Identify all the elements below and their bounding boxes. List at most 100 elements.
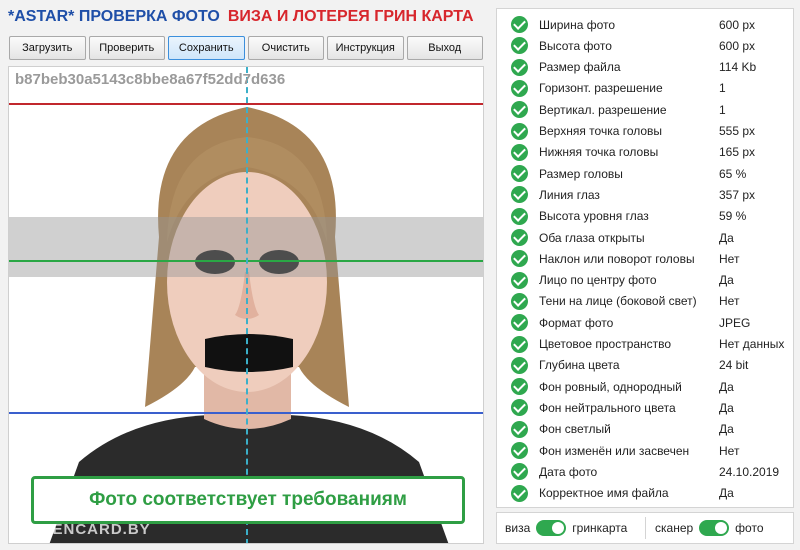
check-value: Да [719,273,734,288]
check-passed-icon [511,122,528,140]
check-row: Наклон или поворот головы Нет [497,248,795,269]
check-row: Глубина цвета 24 bit [497,355,795,376]
check-passed-icon [511,335,528,353]
photo-label: фото [735,521,764,535]
app-window: *ASTAR* ПРОВЕРКА ФОТО ВИЗА И ЛОТЕРЕЯ ГРИН… [0,0,800,550]
check-passed-icon [511,79,528,97]
check-label: Высота уровня глаз [539,209,649,224]
check-passed-icon [511,143,528,161]
check-row: Цветовое пространство Нет данных [497,334,795,355]
check-passed-icon [511,250,528,268]
check-value: Нет [719,294,740,309]
visa-label: виза [505,521,531,535]
check-row: Фон ровный, однородный Да [497,376,795,397]
check-passed-icon [511,378,528,396]
mode-switches: виза гринкарта сканер фото [496,512,794,544]
load-button[interactable]: Загрузить [9,36,86,60]
toolbar: Загрузить Проверить Сохранить Очистить И… [9,36,483,60]
check-label: Размер файла [539,60,621,75]
check-label: Глубина цвета [539,358,620,373]
check-value: Да [719,400,734,415]
check-row: Высота фото 600 px [497,35,795,56]
check-row: Формат фото JPEG [497,312,795,333]
check-value: Да [719,379,734,394]
check-passed-icon [511,186,528,204]
check-passed-icon [511,314,528,332]
check-label: Лицо по центру фото [539,273,657,288]
check-label: Оба глаза открыты [539,230,645,245]
visa-greencard-switch-group: виза гринкарта [505,513,627,543]
check-row: Оба глаза открыты Да [497,227,795,248]
check-passed-icon [511,399,528,417]
checks-panel: Ширина фото 600 px Высота фото 600 px Размер… [496,8,794,508]
check-row: Линия глаз 357 px [497,184,795,205]
check-label: Высота фото [539,38,612,53]
title-subtitle: ВИЗА И ЛОТЕРЕЯ ГРИН КАРТА [227,8,474,25]
check-row: Фон изменён или засвечен Нет [497,440,795,461]
check-value: 600 px [719,17,756,32]
check-passed-icon [511,101,528,119]
check-passed-icon [511,58,528,76]
check-value: Да [719,422,734,437]
check-label: Фон светлый [539,422,611,437]
scanner-photo-switch-group: сканер фото [655,513,764,543]
check-label: Фон изменён или засвечен [539,443,690,458]
check-passed-icon [511,165,528,183]
check-passed-icon [511,16,528,33]
check-row: Корректное имя файла Да [497,483,795,504]
check-value: JPEG [719,315,751,330]
check-label: Наклон или поворот головы [539,251,695,266]
check-row: Фон светлый Да [497,419,795,440]
check-value: Да [719,486,734,501]
check-row: Ширина фото 600 px [497,14,795,35]
check-label: Дата фото [539,464,598,479]
instructions-button[interactable]: Инструкция [327,36,404,60]
check-label: Горизонт. разрешение [539,81,663,96]
check-value: 165 px [719,145,756,160]
check-label: Линия глаз [539,187,600,202]
check-row: Размер файла 114 Kb [497,57,795,78]
check-passed-icon [511,420,528,438]
check-row: Нижняя точка головы 165 px [497,142,795,163]
title-app-name: *ASTAR* ПРОВЕРКА ФОТО [8,8,220,25]
check-label: Размер головы [539,166,623,181]
clear-button[interactable]: Очистить [247,36,324,60]
check-passed-icon [511,484,528,502]
check-label: Верхняя точка головы [539,124,663,138]
check-passed-icon [511,442,528,459]
check-row: Горизонт. разрешение 1 [497,78,795,99]
check-value: 357 px [719,187,756,202]
check-passed-icon [511,356,528,374]
greencard-label: гринкарта [572,521,628,535]
check-passed-icon [511,271,528,289]
photo-preview[interactable]: b87beb30a5143c8bbe8a67f52dd7d636 Фото со… [8,66,484,544]
check-label: Фон нейтрального цвета [539,400,676,415]
check-passed-icon [511,207,528,225]
scanner-label: сканер [655,521,694,535]
watermark: GREENCARD.BY [17,521,151,538]
scanner-photo-toggle[interactable] [699,520,730,536]
check-value: 555 px [719,124,756,138]
check-row: Дата фото 24.10.2019 [497,461,795,482]
check-value: Да [719,230,734,245]
check-button[interactable]: Проверить [88,36,165,60]
visa-greencard-toggle[interactable] [536,520,567,536]
check-value: 59 % [719,209,747,224]
check-value: 114 Kb [719,60,757,75]
save-button[interactable]: Сохранить [168,36,245,60]
check-row: Тени на лице (боковой свет) Нет [497,291,795,312]
check-label: Цветовое пространство [539,337,672,351]
check-passed-icon [511,292,528,310]
switch-divider [645,517,646,539]
check-value: 24 bit [719,358,749,373]
check-label: Ширина фото [539,17,616,32]
exit-button[interactable]: Выход [406,36,483,60]
check-value: 24.10.2019 [719,464,780,479]
check-value: 65 % [719,166,747,181]
center-line [246,67,248,543]
check-value: Нет [719,443,740,458]
check-value: 600 px [719,38,756,53]
check-row: Лицо по центру фото Да [497,270,795,291]
check-row: Фон нейтрального цвета Да [497,397,795,418]
check-label: Тени на лице (боковой свет) [539,294,697,309]
